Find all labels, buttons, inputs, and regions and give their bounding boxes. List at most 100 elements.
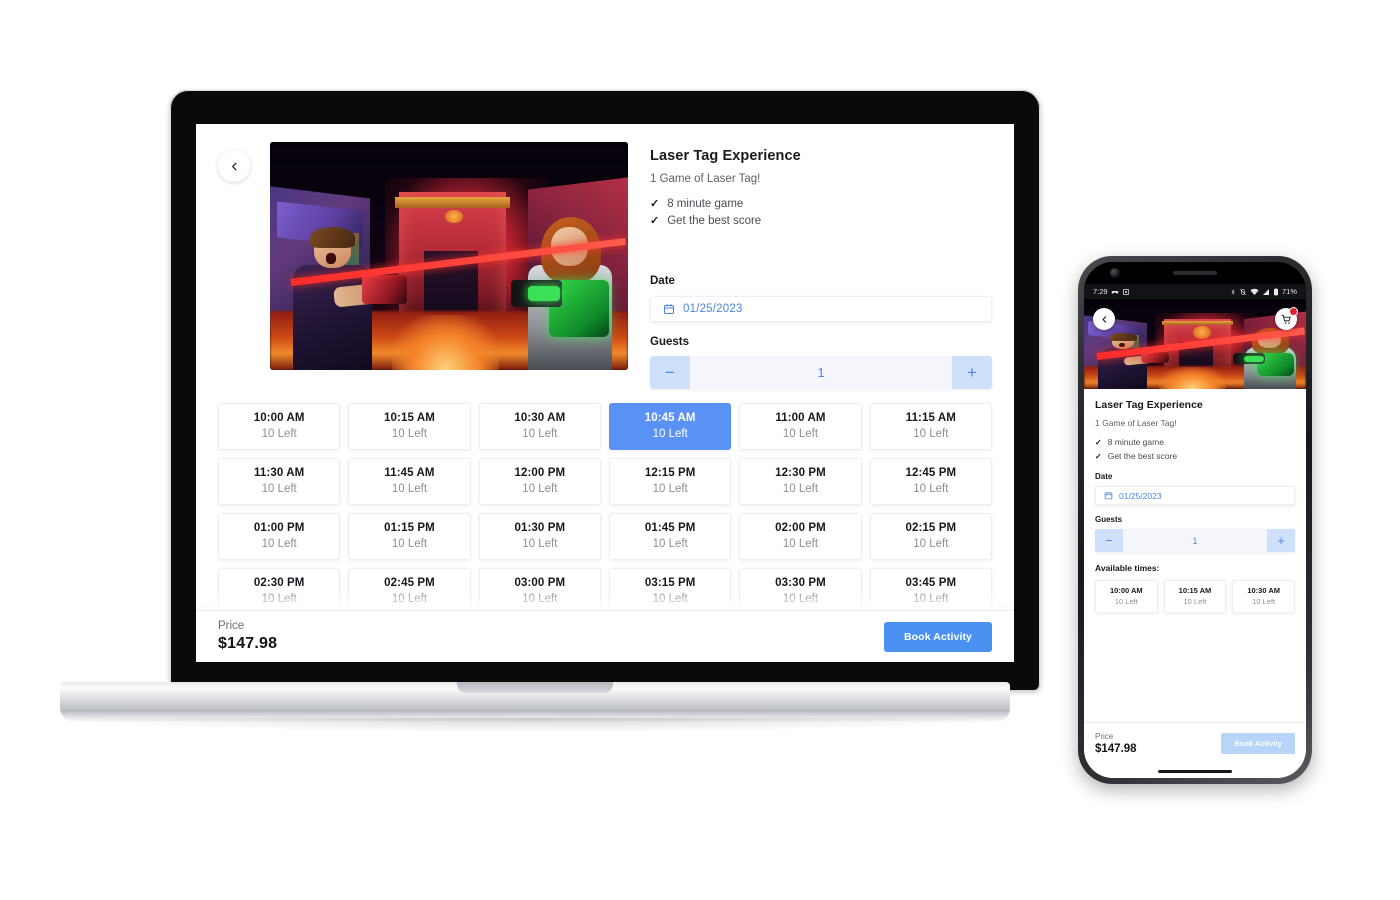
desktop-footer-bar: Price $147.98 Book Activity — [196, 610, 1014, 662]
time-slot[interactable]: 12:45 PM 10 Left — [869, 458, 992, 505]
time-slot[interactable]: 10:00 AM 10 Left — [218, 403, 341, 450]
phone-display: 7:29 71% Laser Tag Experience 1 Game of … — [1084, 262, 1306, 778]
date-input[interactable]: 01/25/2023 — [1095, 486, 1295, 505]
time-slot[interactable]: 10:30 AM 10 Left — [478, 403, 601, 450]
time-slot[interactable]: 01:15 PM 10 Left — [348, 513, 471, 560]
cart-button[interactable] — [1275, 307, 1298, 330]
check-icon: ✓ — [650, 214, 660, 227]
time-slot[interactable]: 01:45 PM 10 Left — [609, 513, 732, 560]
time-slot-remaining: 10 Left — [261, 483, 297, 495]
time-slot-time: 01:30 PM — [514, 522, 566, 534]
time-slot[interactable]: 03:15 PM 10 Left — [609, 568, 732, 610]
time-slot-remaining: 10 Left — [522, 428, 558, 440]
time-slot[interactable]: 11:45 AM 10 Left — [348, 458, 471, 505]
time-slot[interactable]: 01:30 PM 10 Left — [478, 513, 601, 560]
time-slot-remaining: 10 Left — [1114, 597, 1138, 606]
time-slot-remaining: 10 Left — [261, 538, 297, 550]
time-slot-time: 10:30 AM — [514, 412, 566, 424]
mobile-detail-panel: Laser Tag Experience 1 Game of Laser Tag… — [1084, 389, 1306, 722]
status-left-group: 7:29 — [1093, 287, 1130, 296]
time-slot-remaining: 10 Left — [652, 538, 688, 550]
time-slot[interactable]: 03:30 PM 10 Left — [739, 568, 862, 610]
book-activity-button[interactable]: Book Activity — [883, 621, 992, 652]
feature-label: Get the best score — [667, 215, 762, 227]
time-slot-remaining: 10 Left — [782, 483, 819, 495]
time-slot-remaining: 10 Left — [1183, 597, 1207, 606]
screenshot-icon — [1122, 288, 1129, 295]
status-time: 7:29 — [1093, 287, 1108, 296]
guests-increment-button[interactable]: + — [1267, 529, 1295, 552]
battery-percent: 71% — [1281, 287, 1297, 296]
time-slot-time: 01:00 PM — [253, 522, 305, 534]
time-slot-time: 10:00 AM — [1110, 586, 1143, 595]
chevron-left-icon — [231, 162, 236, 170]
laser-tag-arena-photo — [1084, 299, 1306, 389]
time-slot[interactable]: 02:00 PM 10 Left — [739, 513, 862, 560]
home-indicator[interactable] — [1158, 769, 1232, 773]
time-slot-time: 10:00 AM — [253, 412, 305, 424]
time-slot-time: 11:15 AM — [905, 412, 956, 424]
available-times-label: Available times: — [1095, 563, 1160, 573]
time-slot-time: 10:45 AM — [644, 412, 696, 424]
price-label: Price — [218, 620, 245, 632]
time-slot-remaining: 10 Left — [1252, 597, 1276, 606]
activity-hero-image — [270, 142, 628, 370]
feature-item: ✓ 8 minute game — [650, 198, 992, 210]
time-slot[interactable]: 11:15 AM 10 Left — [869, 403, 992, 450]
time-slot-time: 02:30 PM — [253, 577, 305, 589]
guests-decrement-button[interactable]: − — [1095, 529, 1123, 552]
time-slot-remaining: 10 Left — [391, 483, 428, 495]
game-controller-icon — [1111, 290, 1118, 294]
price-block: Price $147.98 — [218, 620, 277, 653]
time-slot-remaining: 10 Left — [522, 538, 558, 550]
price-block: Price $147.98 — [1095, 732, 1137, 755]
time-slot[interactable]: 03:45 PM 10 Left — [869, 568, 992, 610]
page-title: Laser Tag Experience — [1095, 399, 1203, 411]
time-slot[interactable]: 12:15 PM 10 Left — [609, 458, 732, 505]
time-slot-remaining: 10 Left — [391, 593, 428, 605]
feature-list: ✓ 8 minute game ✓ Get the best score — [650, 198, 992, 227]
time-slot[interactable]: 02:45 PM 10 Left — [348, 568, 471, 610]
back-button[interactable] — [1093, 308, 1115, 330]
guests-increment-button[interactable]: + — [952, 356, 992, 389]
time-slot-time: 02:45 PM — [384, 577, 435, 589]
time-slot[interactable]: 10:15 AM 10 Left — [1163, 580, 1227, 613]
date-label: Date — [1095, 472, 1113, 481]
time-slot-time: 03:00 PM — [514, 577, 566, 589]
time-slot[interactable]: 02:30 PM 10 Left — [218, 568, 341, 610]
activity-subtitle: 1 Game of Laser Tag! — [1095, 418, 1177, 428]
phone-top-bezel — [1084, 262, 1306, 284]
home-indicator-area — [1084, 764, 1306, 778]
date-input[interactable]: 01/25/2023 — [650, 296, 992, 322]
time-slot[interactable]: 03:00 PM 10 Left — [478, 568, 601, 610]
time-slot-time: 11:45 AM — [384, 467, 435, 479]
earpiece-speaker — [1173, 271, 1217, 275]
front-camera-icon — [1110, 268, 1120, 278]
feature-list: ✓ 8 minute game ✓ Get the best score — [1095, 437, 1295, 461]
vibrate-off-icon — [1240, 288, 1246, 295]
time-slot[interactable]: 10:00 AM 10 Left — [1095, 580, 1158, 613]
time-slot[interactable]: 11:00 AM 10 Left — [739, 403, 862, 450]
time-slot[interactable]: 11:30 AM 10 Left — [218, 458, 341, 505]
time-slot[interactable]: 10:45 AM 10 Left — [609, 403, 732, 450]
time-slot[interactable]: 01:00 PM 10 Left — [218, 513, 341, 560]
guests-label: Guests — [1095, 515, 1123, 524]
time-slot[interactable]: 12:30 PM 10 Left — [739, 458, 862, 505]
time-slot[interactable]: 10:30 AM 10 Left — [1232, 580, 1295, 613]
date-value: 01/25/2023 — [683, 303, 743, 315]
feature-item: ✓ Get the best score — [1095, 451, 1295, 461]
time-slot-remaining: 10 Left — [913, 593, 949, 605]
time-slot-remaining: 10 Left — [391, 538, 428, 550]
time-slot[interactable]: 10:15 AM 10 Left — [348, 403, 471, 450]
activity-subtitle: 1 Game of Laser Tag! — [650, 173, 761, 185]
guests-stepper: − 1 + — [650, 356, 992, 389]
guests-decrement-button[interactable]: − — [650, 356, 690, 389]
booking-app-mobile: Laser Tag Experience 1 Game of Laser Tag… — [1084, 299, 1306, 778]
time-slot-time: 03:30 PM — [775, 577, 826, 589]
time-slot-remaining: 10 Left — [913, 538, 949, 550]
back-button[interactable] — [218, 150, 250, 182]
book-activity-button[interactable]: Book Activity — [1221, 733, 1295, 754]
time-slot-remaining: 10 Left — [782, 428, 819, 440]
time-slot[interactable]: 12:00 PM 10 Left — [478, 458, 601, 505]
time-slot[interactable]: 02:15 PM 10 Left — [869, 513, 992, 560]
